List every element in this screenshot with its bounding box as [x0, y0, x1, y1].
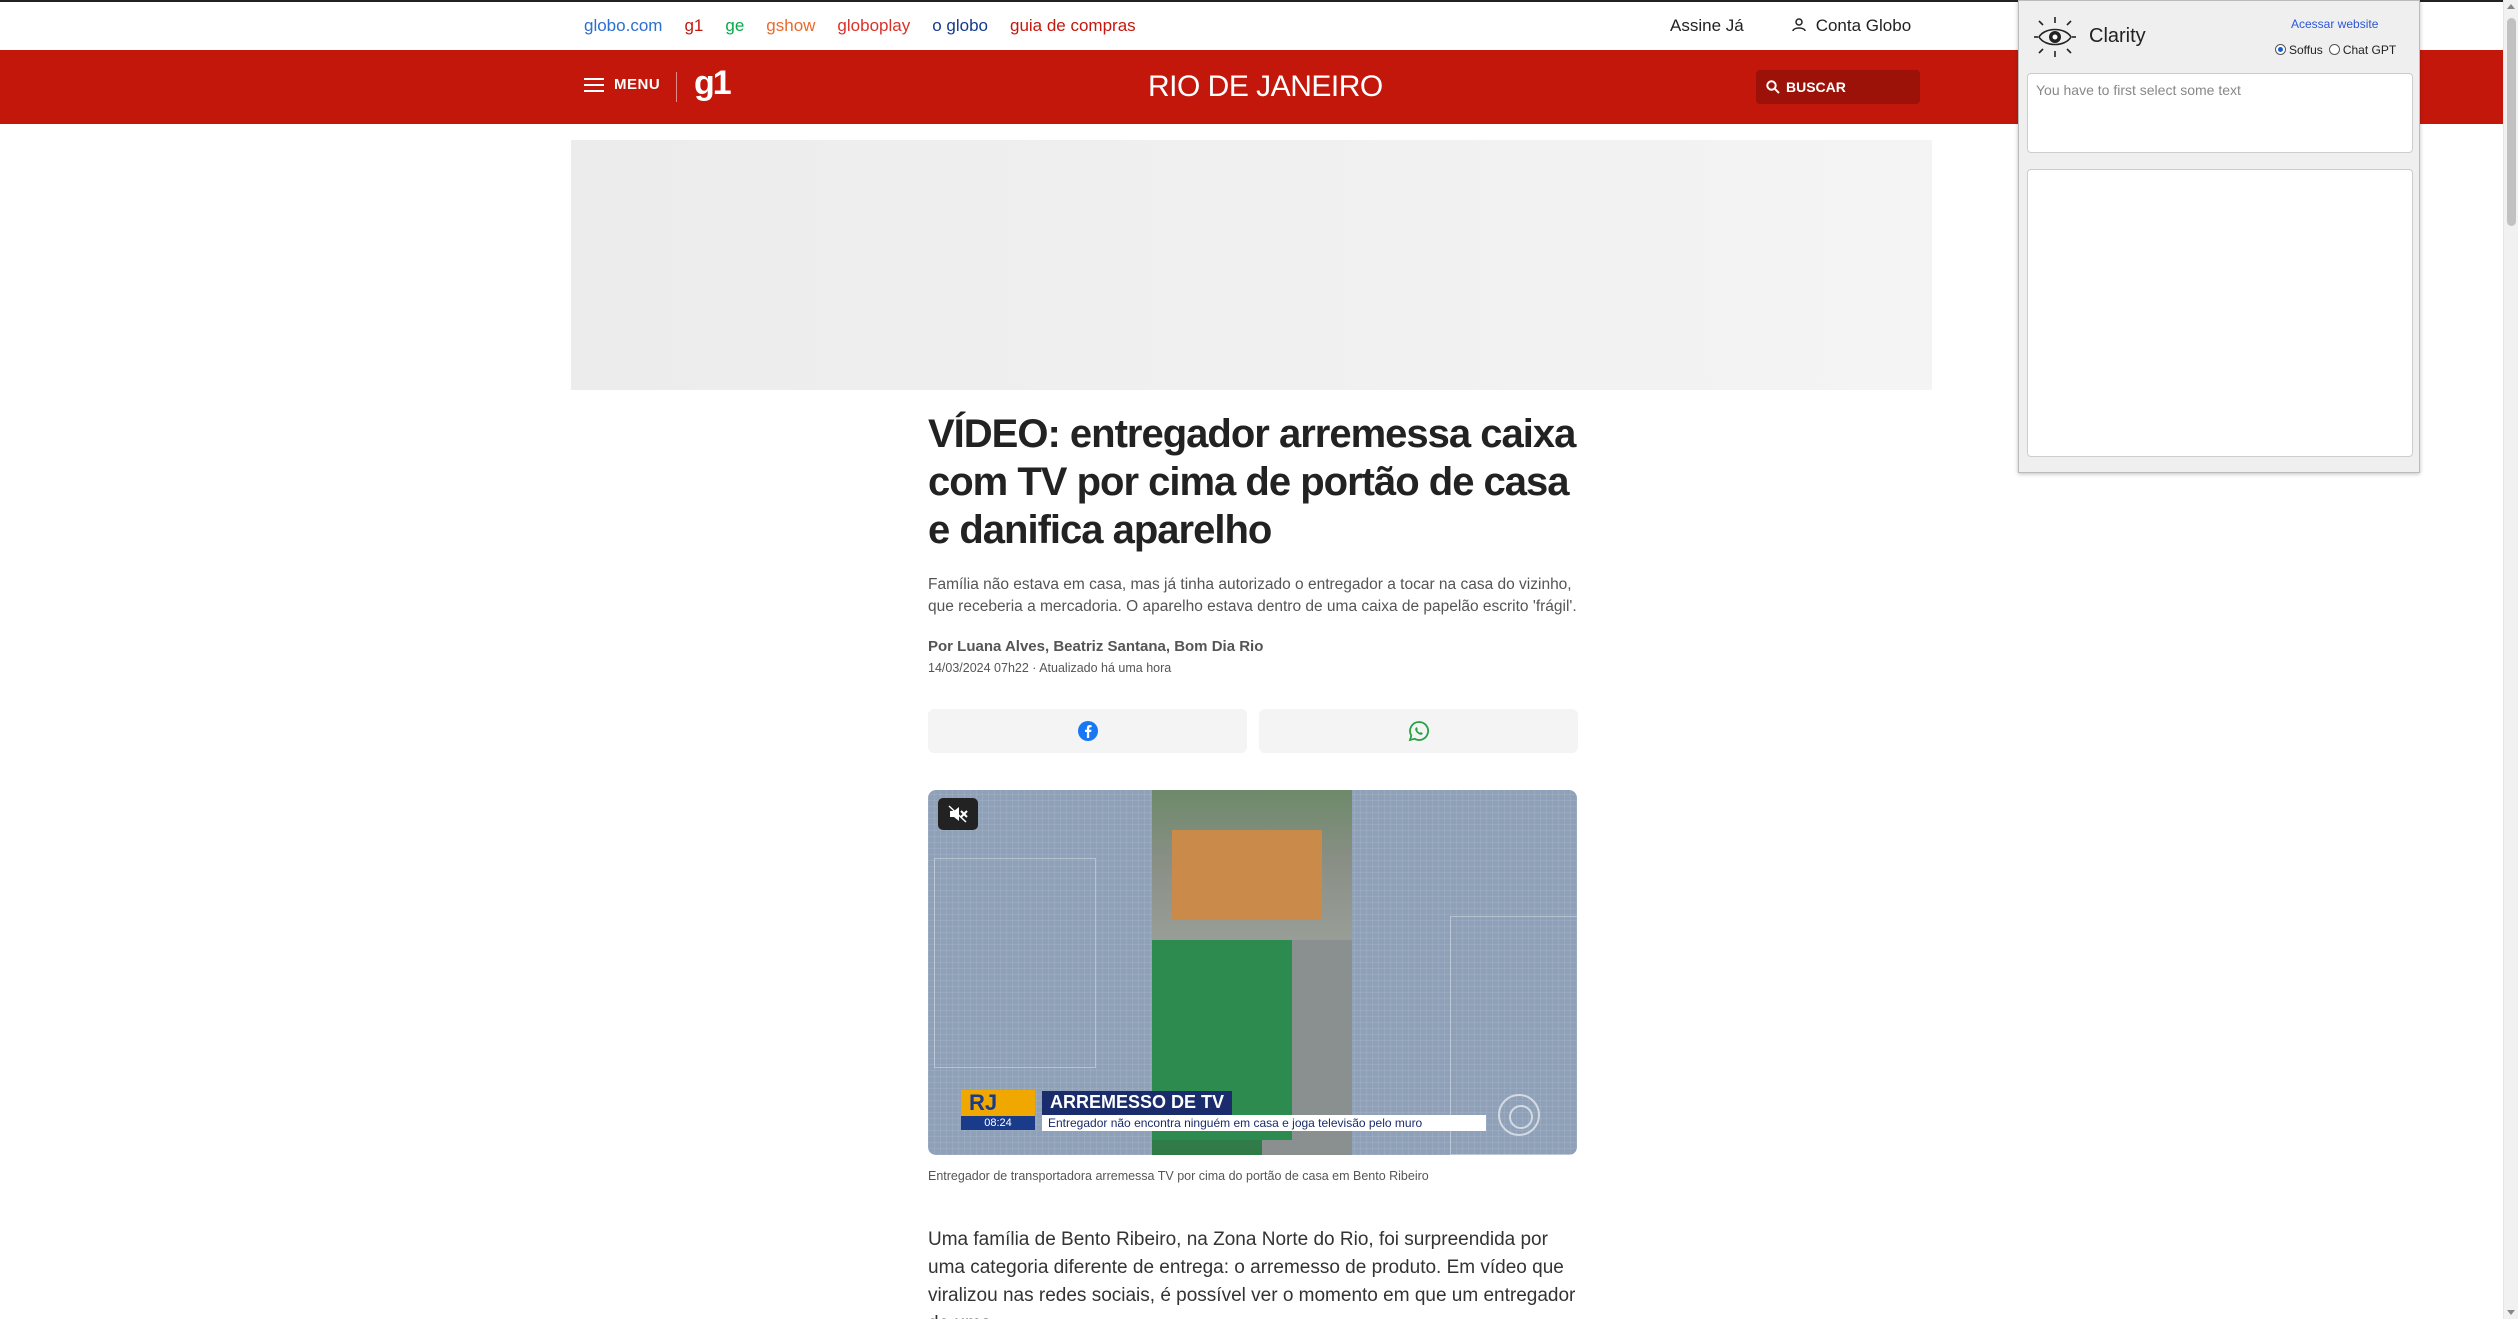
radio-selected-icon [2275, 44, 2286, 55]
article-dateline: 14/03/2024 07h22 · Atualizado há uma hor… [928, 661, 1172, 675]
video-badge-time: 08:24 [961, 1116, 1035, 1130]
share-bar [928, 709, 1578, 753]
globo-watermark-icon [1498, 1094, 1540, 1136]
subscribe-link[interactable]: Assine Já [1670, 16, 1744, 36]
menu-button[interactable]: MENU [584, 76, 660, 93]
search-button[interactable]: BUSCAR [1756, 70, 1920, 104]
article-byline: Por Luana Alves, Beatriz Santana, Bom Di… [928, 638, 1264, 655]
user-icon [1791, 18, 1806, 32]
search-icon [1766, 80, 1780, 94]
video-caption: Entregador de transportadora arremessa T… [928, 1169, 1429, 1183]
header-divider [676, 72, 677, 102]
clarity-website-link[interactable]: Acessar website [2291, 17, 2378, 31]
globo-link-guia-de-compras[interactable]: guia de compras [1010, 16, 1136, 36]
article-body: Uma família de Bento Ribeiro, na Zona No… [928, 1229, 1576, 1319]
clarity-input-textarea[interactable]: You have to first select some text [2027, 73, 2413, 153]
radio-soffus[interactable]: Soffus [2275, 43, 2323, 57]
article-header: VÍDEO: entregador arremessa caixa com TV… [928, 410, 1578, 753]
muted-speaker-icon [948, 805, 968, 823]
globo-link-o-globo[interactable]: o globo [932, 16, 988, 36]
eye-icon [2034, 17, 2076, 57]
menu-label: MENU [614, 76, 661, 93]
globo-link-globo-com[interactable]: globo.com [584, 16, 662, 36]
globo-link-g1[interactable]: g1 [684, 16, 703, 36]
clarity-title: Clarity [2089, 25, 2146, 47]
share-facebook-button[interactable] [928, 709, 1247, 753]
video-house [1172, 830, 1322, 920]
share-whatsapp-button[interactable] [1259, 709, 1578, 753]
globo-link-ge[interactable]: ge [725, 16, 744, 36]
search-label: BUSCAR [1786, 79, 1846, 95]
radio-unselected-icon [2328, 44, 2340, 55]
scroll-down-arrow-icon[interactable] [2507, 1310, 2515, 1315]
globo-account-area: Assine Já Conta Globo [1670, 16, 1911, 36]
article-title: VÍDEO: entregador arremessa caixa com TV… [928, 412, 1576, 552]
clarity-output-area[interactable] [2027, 169, 2413, 457]
radio-chat-gpt[interactable]: Chat GPT [2328, 43, 2397, 57]
account-label: Conta Globo [1815, 16, 1912, 35]
whatsapp-icon [1408, 721, 1429, 742]
region-title[interactable]: RIO DE JANEIRO [1148, 70, 1383, 104]
clarity-model-options: Soffus Chat GPT [2275, 43, 2396, 57]
video-channel-badge: RJ 08:24 [961, 1090, 1035, 1130]
clarity-extension-panel: Clarity Acessar website Soffus Chat GPT … [2018, 0, 2420, 473]
page-scrollbar[interactable] [2503, 0, 2518, 1319]
g1-logo[interactable]: g1 [694, 64, 732, 103]
video-badge-rj: RJ [969, 1090, 998, 1115]
scroll-up-arrow-icon[interactable] [2507, 4, 2515, 9]
globo-link-globoplay[interactable]: globoplay [837, 16, 910, 36]
scrollbar-thumb[interactable] [2507, 18, 2516, 226]
video-headline: ARREMESSO DE TV [1042, 1091, 1233, 1115]
unmute-button[interactable] [938, 798, 978, 830]
video-background-frame-left [934, 858, 1096, 1068]
facebook-icon [1077, 721, 1098, 741]
video-player[interactable]: RJ 08:24 ARREMESSO DE TV Entregador não … [928, 790, 1577, 1155]
ad-banner[interactable] [571, 140, 1932, 390]
radio-soffus-label: Soffus [2289, 43, 2323, 57]
account-link[interactable]: Conta Globo [1791, 16, 1912, 36]
globo-network-links: globo.com g1 ge gshow globoplay o globo … [584, 16, 1136, 36]
article-subtitle: Família não estava em casa, mas já tinha… [928, 576, 1577, 615]
radio-chat-gpt-label: Chat GPT [2342, 43, 2397, 57]
video-subline: Entregador não encontra ninguém em casa … [1042, 1115, 1486, 1131]
hamburger-icon [584, 77, 604, 92]
globo-link-gshow[interactable]: gshow [766, 16, 815, 36]
